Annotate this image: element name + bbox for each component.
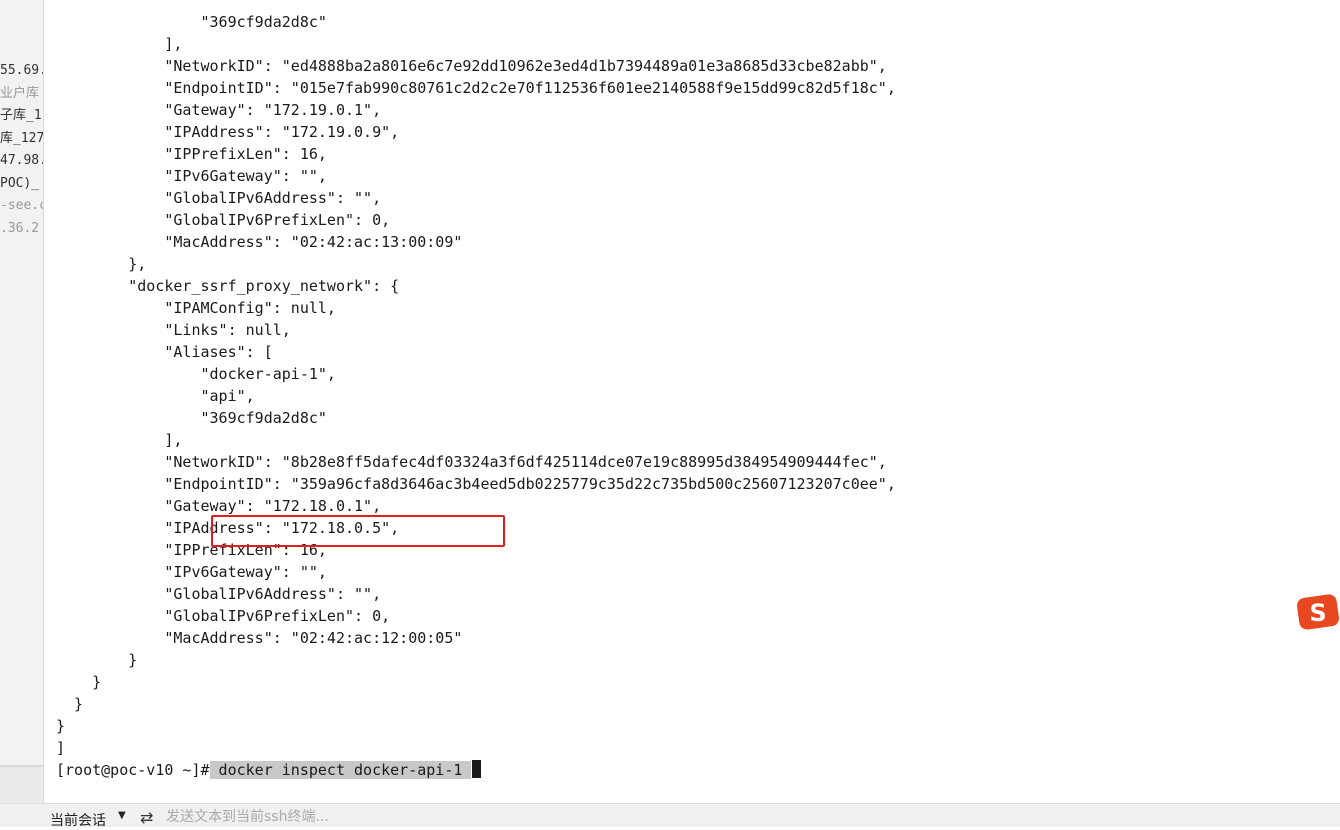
terminal-line: }	[56, 695, 84, 713]
terminal-output: "369cf9da2d8c" ], "NetworkID": "ed4888ba…	[56, 11, 896, 781]
session-item[interactable]: 子库_1	[0, 105, 43, 128]
terminal-line: }	[56, 673, 102, 691]
send-text-input[interactable]	[166, 807, 766, 827]
terminal-line: "EndpointID": "359a96cfa8d3646ac3b4eed5d…	[56, 475, 896, 493]
terminal-line: ],	[56, 35, 183, 53]
terminal-line: "Gateway": "172.18.0.1",	[56, 497, 382, 515]
terminal-line: "MacAddress": "02:42:ac:12:00:05"	[56, 629, 463, 647]
terminal-line: "GlobalIPv6PrefixLen": 0,	[56, 211, 391, 229]
terminal-line: "Links": null,	[56, 321, 291, 339]
prompt-line[interactable]: [root@poc-v10 ~]# docker inspect docker-…	[56, 759, 896, 781]
terminal-line: "MacAddress": "02:42:ac:13:00:09"	[56, 233, 463, 251]
terminal-line: "IPAddress": "172.19.0.9",	[56, 123, 400, 141]
terminal-line: ]	[56, 739, 66, 757]
terminal-line: "docker-api-1",	[56, 365, 336, 383]
terminal-line: "369cf9da2d8c"	[56, 409, 327, 427]
session-item[interactable]: -see.c	[0, 195, 43, 218]
terminal-line: "IPPrefixLen": 16,	[56, 145, 327, 163]
terminal-line: "IPv6Gateway": "",	[56, 563, 327, 581]
session-item[interactable]: POC)_	[0, 173, 43, 196]
ime-glyph: S	[1309, 599, 1326, 627]
terminal-line: }	[56, 651, 138, 669]
session-item[interactable]: .36.2	[0, 218, 43, 241]
terminal-line: "GlobalIPv6Address": "",	[56, 189, 382, 207]
terminal-line: "EndpointID": "015e7fab990c80761c2d2c2e7…	[56, 79, 896, 97]
session-item[interactable]: 55.69.	[0, 60, 43, 83]
session-item[interactable]: 47.98.	[0, 150, 43, 173]
terminal-line: "369cf9da2d8c"	[56, 13, 327, 31]
sogou-ime-icon[interactable]: S	[1296, 593, 1340, 631]
ipaddress-highlight-box	[211, 515, 505, 547]
session-item[interactable]: 库_127	[0, 128, 43, 151]
terminal-line: },	[56, 255, 147, 273]
terminal-line: "api",	[56, 387, 255, 405]
ssh-terminal[interactable]: "369cf9da2d8c" ], "NetworkID": "ed4888ba…	[44, 0, 1340, 803]
send-bar: 当前会话 ▼ ⇄	[0, 803, 1340, 830]
sidebar-footer	[0, 767, 43, 803]
terminal-line: "GlobalIPv6Address": "",	[56, 585, 382, 603]
chevron-down-icon[interactable]: ▼	[118, 810, 126, 821]
terminal-line: "Gateway": "172.19.0.1",	[56, 101, 382, 119]
session-item[interactable]: 业户库	[0, 83, 43, 106]
terminal-line: }	[56, 717, 66, 735]
typed-command[interactable]: docker inspect docker-api-1	[209, 761, 472, 779]
terminal-line: "docker_ssrf_proxy_network": {	[56, 277, 400, 295]
terminal-line: "GlobalIPv6PrefixLen": 0,	[56, 607, 391, 625]
swap-arrows-icon[interactable]: ⇄	[140, 808, 153, 827]
terminal-line: "Aliases": [	[56, 343, 273, 361]
shell-prompt: [root@poc-v10 ~]#	[56, 761, 210, 779]
terminal-line: "NetworkID": "8b28e8ff5dafec4df03324a3f6…	[56, 453, 887, 471]
terminal-line: "NetworkID": "ed4888ba2a8016e6c7e92dd109…	[56, 57, 887, 75]
text-cursor	[472, 760, 482, 778]
session-sidebar: 55.69. 业户库 子库_1 库_127 47.98. POC)_ -see.c .36.2…	[0, 0, 43, 827]
session-list: 55.69. 业户库 子库_1 库_127 47.98. POC)_ -see.c .36.2	[0, 60, 43, 240]
current-session-selector[interactable]: 当前会话	[50, 810, 106, 830]
terminal-line: "IPv6Gateway": "",	[56, 167, 327, 185]
terminal-line: "IPAMConfig": null,	[56, 299, 336, 317]
terminal-line: ],	[56, 431, 183, 449]
